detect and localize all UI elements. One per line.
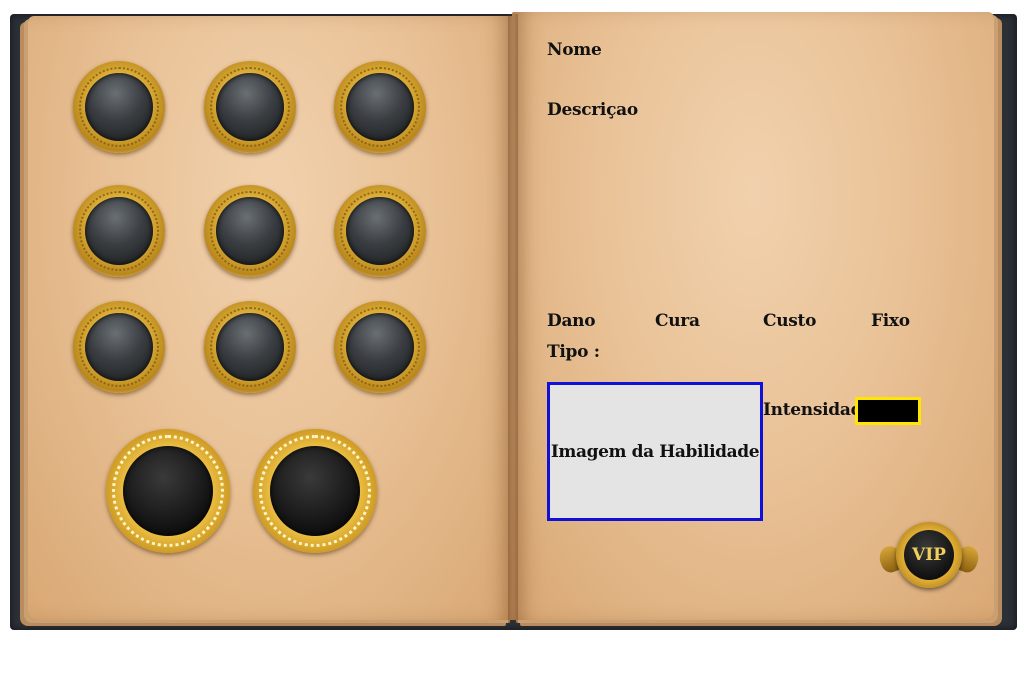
book-spine: [508, 14, 518, 624]
skill-slot-empty: [346, 197, 414, 265]
name-label: Nome: [547, 40, 602, 60]
skill-slot-empty: [346, 313, 414, 381]
skill-slot-empty: [216, 197, 284, 265]
skill-slot-empty: [270, 446, 360, 536]
skill-slot-8[interactable]: [204, 301, 296, 393]
intensity-value-box: [855, 397, 921, 425]
skill-slot-7[interactable]: [73, 301, 165, 393]
skill-slot-6[interactable]: [334, 185, 426, 277]
skill-slot-4[interactable]: [73, 185, 165, 277]
skill-slot-5[interactable]: [204, 185, 296, 277]
skill-slot-3[interactable]: [334, 61, 426, 153]
type-label: Tipo :: [547, 342, 600, 362]
skill-slot-9[interactable]: [334, 301, 426, 393]
vip-badge[interactable]: VIP: [876, 518, 982, 590]
vip-badge-label: VIP: [912, 545, 946, 565]
skill-slot-empty: [346, 73, 414, 141]
skill-slot-1[interactable]: [73, 61, 165, 153]
skill-image-frame: Imagem da Habilidade: [547, 382, 763, 521]
special-skill-slot-1[interactable]: [106, 429, 230, 553]
skill-slot-empty: [85, 197, 153, 265]
skill-slot-empty: [216, 73, 284, 141]
special-skill-slot-2[interactable]: [253, 429, 377, 553]
vip-emblem-icon: VIP: [904, 530, 954, 580]
skill-slot-empty: [216, 313, 284, 381]
damage-label: Dano: [547, 311, 596, 331]
skill-image-placeholder: Imagem da Habilidade: [550, 441, 760, 462]
skill-slot-empty: [85, 73, 153, 141]
skill-slot-empty: [123, 446, 213, 536]
skill-slot-2[interactable]: [204, 61, 296, 153]
fixed-label: Fixo: [871, 311, 910, 331]
skill-slot-empty: [85, 313, 153, 381]
description-label: Descriçao: [547, 100, 638, 120]
cost-label: Custo: [763, 311, 817, 331]
heal-label: Cura: [655, 311, 700, 331]
